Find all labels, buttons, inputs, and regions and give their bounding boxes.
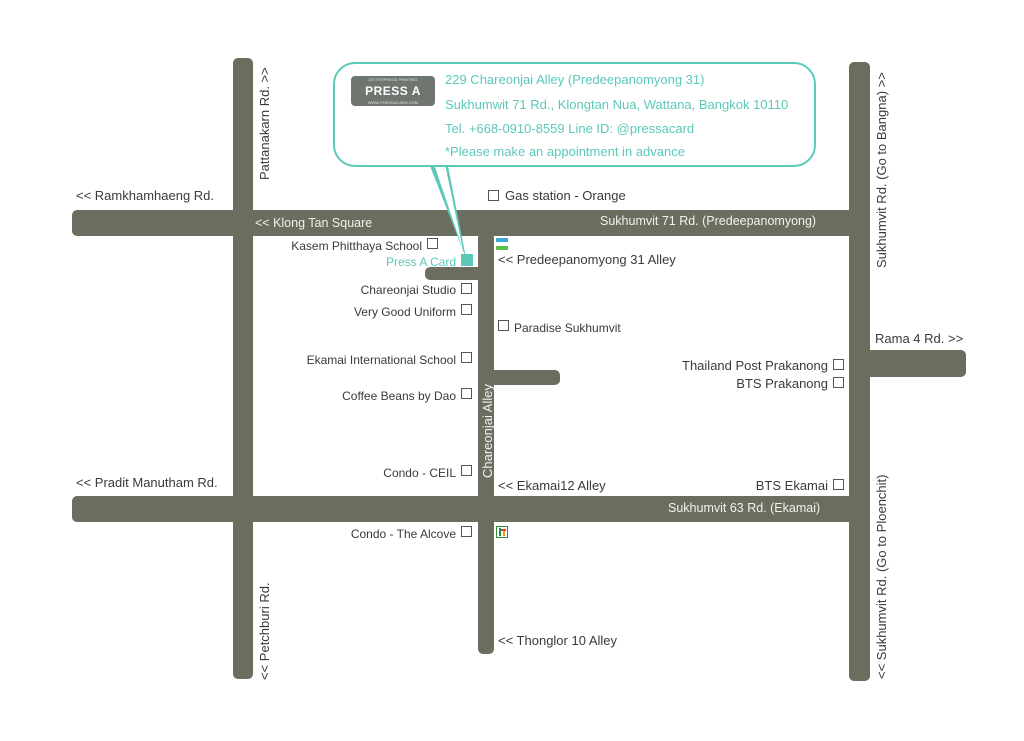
seven-eleven-icon bbox=[496, 526, 508, 538]
appointment-note: *Please make an appointment in advance bbox=[445, 144, 685, 159]
label-bts-prakanong: BTS Prakanong bbox=[736, 376, 828, 391]
address-line-1: 229 Chareonjai Alley (Predeepanomyong 31… bbox=[445, 72, 705, 87]
label-very-good-uniform: Very Good Uniform bbox=[353, 305, 456, 319]
logo-text: PRESS A CARD bbox=[365, 84, 421, 128]
label-condo-alcove: Condo - The Alcove bbox=[350, 527, 456, 541]
address-callout: LETTERPRESS PRINTING PRESS A CARD WWW.PR… bbox=[333, 62, 816, 167]
label-ramkhamhaeng: << Ramkhamhaeng Rd. bbox=[76, 188, 215, 203]
family-mart-icon bbox=[496, 238, 508, 250]
coffee-beans-marker bbox=[461, 388, 472, 399]
bts-prakanong-marker bbox=[833, 377, 844, 388]
logo-top-text: LETTERPRESS PRINTING bbox=[368, 77, 418, 82]
label-ekamai12: << Ekamai12 Alley bbox=[498, 478, 606, 493]
label-thonglor10: << Thonglor 10 Alley bbox=[498, 633, 618, 648]
label-rama4: Rama 4 Rd. >> bbox=[875, 331, 964, 346]
label-chareonjai-alley: Chareonjai Alley bbox=[480, 384, 495, 478]
label-klong-tan: << Klong Tan Square bbox=[255, 216, 373, 230]
label-condo-ceil: Condo - CEIL bbox=[383, 466, 456, 480]
press-a-card-logo: LETTERPRESS PRINTING PRESS A CARD WWW.PR… bbox=[351, 76, 435, 128]
label-paradise: Paradise Sukhumvit bbox=[514, 321, 621, 335]
condo-alcove-marker bbox=[461, 526, 472, 537]
thailand-post-marker bbox=[833, 359, 844, 370]
label-press-a-card: Press A Card bbox=[385, 255, 456, 269]
label-kasem: Kasem Phitthaya School bbox=[291, 239, 422, 253]
gas-station-marker bbox=[488, 190, 499, 201]
bts-ekamai-marker bbox=[833, 479, 844, 490]
label-sukhumvit-ploenchit: << Sukhumvit Rd. (Go to Ploenchit) bbox=[874, 474, 889, 679]
label-pradit: << Pradit Manutham Rd. bbox=[76, 475, 218, 490]
label-sukhumvit71: Sukhumvit 71 Rd. (Predeepanomyong) bbox=[600, 214, 817, 228]
label-sukhumvit-bangna: Sukhumvit Rd. (Go to Bangna) >> bbox=[874, 72, 889, 268]
label-bts-ekamai: BTS Ekamai bbox=[755, 478, 828, 493]
label-chareonjai-studio: Chareonjai Studio bbox=[360, 283, 456, 297]
label-coffee-beans: Coffee Beans by Dao bbox=[342, 389, 456, 403]
contact-line: Tel. +668-0910-8559 Line ID: @pressacard bbox=[445, 121, 695, 136]
ekamai-international-marker bbox=[461, 352, 472, 363]
address-line-2: Sukhumwit 71 Rd., Klongtan Nua, Wattana,… bbox=[445, 97, 789, 112]
paradise-marker bbox=[498, 320, 509, 331]
label-sukhumvit63: Sukhumvit 63 Rd. (Ekamai) bbox=[668, 501, 821, 515]
logo-bottom-text: WWW.PRESSACARD.COM bbox=[367, 100, 419, 105]
label-gas-station: Gas station - Orange bbox=[505, 188, 626, 203]
kasem-marker bbox=[427, 238, 438, 249]
label-predeepanomyong31: << Predeepanomyong 31 Alley bbox=[498, 252, 676, 267]
label-pattanakarn: Pattanakarn Rd. >> bbox=[257, 67, 272, 180]
label-petchburi: << Petchburi Rd. bbox=[257, 582, 272, 680]
chareonjai-studio-marker bbox=[461, 283, 472, 294]
label-ekamai-international: Ekamai International School bbox=[306, 353, 456, 367]
press-a-card-marker bbox=[461, 254, 473, 266]
label-thailand-post: Thailand Post Prakanong bbox=[682, 358, 828, 373]
condo-ceil-marker bbox=[461, 465, 472, 476]
very-good-uniform-marker bbox=[461, 304, 472, 315]
